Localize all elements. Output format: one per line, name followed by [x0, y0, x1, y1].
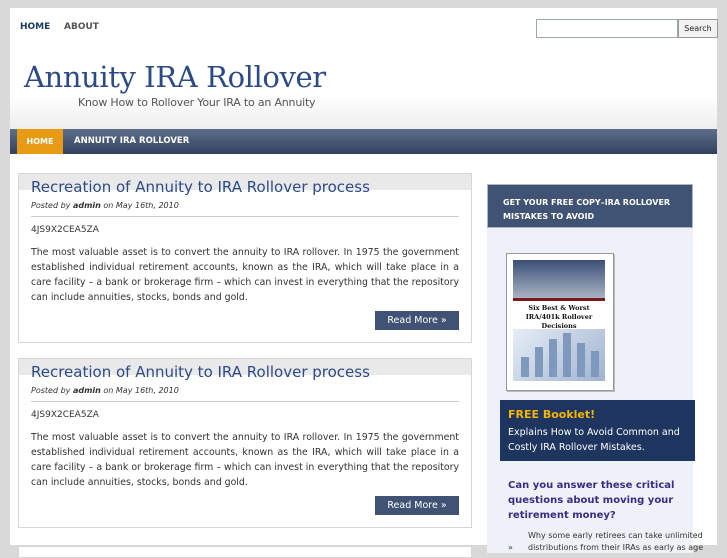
post-author[interactable]: admin: [73, 386, 101, 395]
cover-chart-graphic: [513, 329, 605, 381]
post-card: Recreation of Annuity to IRA Rollover pr…: [18, 173, 472, 343]
cover-title: Six Best & Worst IRA/401k Rollover Decis…: [525, 304, 593, 330]
post-title[interactable]: Recreation of Annuity to IRA Rollover pr…: [31, 363, 370, 381]
free-booklet-title: FREE Booklet!: [508, 408, 596, 421]
search-button[interactable]: Search: [678, 19, 718, 38]
site-tagline: Know How to Rollover Your IRA to an Annu…: [78, 96, 316, 109]
top-nav-home-link[interactable]: HOME: [20, 22, 50, 32]
cover-accent-bar: [513, 298, 605, 301]
top-nav: HOME ABOUT Search: [10, 8, 718, 43]
main-nav-annuity-ira-rollover[interactable]: ANNUITY IRA ROLLOVER: [74, 129, 189, 154]
bullet-arrow-icon: »: [508, 543, 513, 552]
post-date: on May 16th, 2010: [103, 386, 179, 395]
sidebar-offer-panel: Six Best & Worst IRA/401k Rollover Decis…: [487, 228, 703, 553]
main-nav: HOME ANNUITY IRA ROLLOVER: [10, 129, 717, 154]
post-title[interactable]: Recreation of Annuity to IRA Rollover pr…: [31, 178, 370, 196]
main-nav-home[interactable]: HOME: [17, 129, 63, 154]
free-booklet-text: Explains How to Avoid Common and Costly …: [508, 427, 680, 453]
top-nav-about-link[interactable]: ABOUT: [64, 22, 99, 32]
post-card: Recreation of Annuity to IRA Rollover pr…: [18, 358, 472, 528]
free-booklet-box[interactable]: FREE Booklet! Explains How to Avoid Comm…: [500, 400, 695, 461]
post-meta: Posted by admin on May 16th, 2010: [31, 201, 179, 210]
booklet-cover-image[interactable]: Six Best & Worst IRA/401k Rollover Decis…: [506, 253, 614, 391]
post-excerpt: The most valuable asset is to convert th…: [31, 432, 459, 488]
sidebar-question: Can you answer these critical questions …: [508, 480, 675, 521]
post-excerpt: The most valuable asset is to convert th…: [31, 247, 459, 303]
page: HOME ABOUT Search Annuity IRA Rollover K…: [10, 8, 718, 558]
read-more-button[interactable]: Read More »: [375, 311, 459, 330]
search-input[interactable]: [536, 19, 678, 38]
sidebar-heading-text: GET YOUR FREE COPY–IRA ROLLOVER MISTAKES…: [503, 198, 671, 221]
sidebar-heading: GET YOUR FREE COPY–IRA ROLLOVER MISTAKES…: [487, 184, 693, 228]
post-date: on May 16th, 2010: [103, 201, 179, 210]
sidebar-bullet-text: Why some early retirees can take unlimit…: [528, 531, 704, 552]
site-title[interactable]: Annuity IRA Rollover: [24, 60, 326, 94]
read-more-button[interactable]: Read More »: [375, 496, 459, 515]
post-card-partial: [18, 546, 472, 558]
post-code: 4JS9X2CEA5ZA: [31, 410, 99, 420]
post-author[interactable]: admin: [73, 201, 101, 210]
cover-banner: [513, 260, 605, 300]
post-meta: Posted by admin on May 16th, 2010: [31, 386, 179, 395]
divider: [31, 401, 459, 402]
divider: [31, 216, 459, 217]
posted-by-label: Posted by: [31, 386, 71, 395]
post-code: 4JS9X2CEA5ZA: [31, 225, 99, 235]
posted-by-label: Posted by: [31, 201, 71, 210]
